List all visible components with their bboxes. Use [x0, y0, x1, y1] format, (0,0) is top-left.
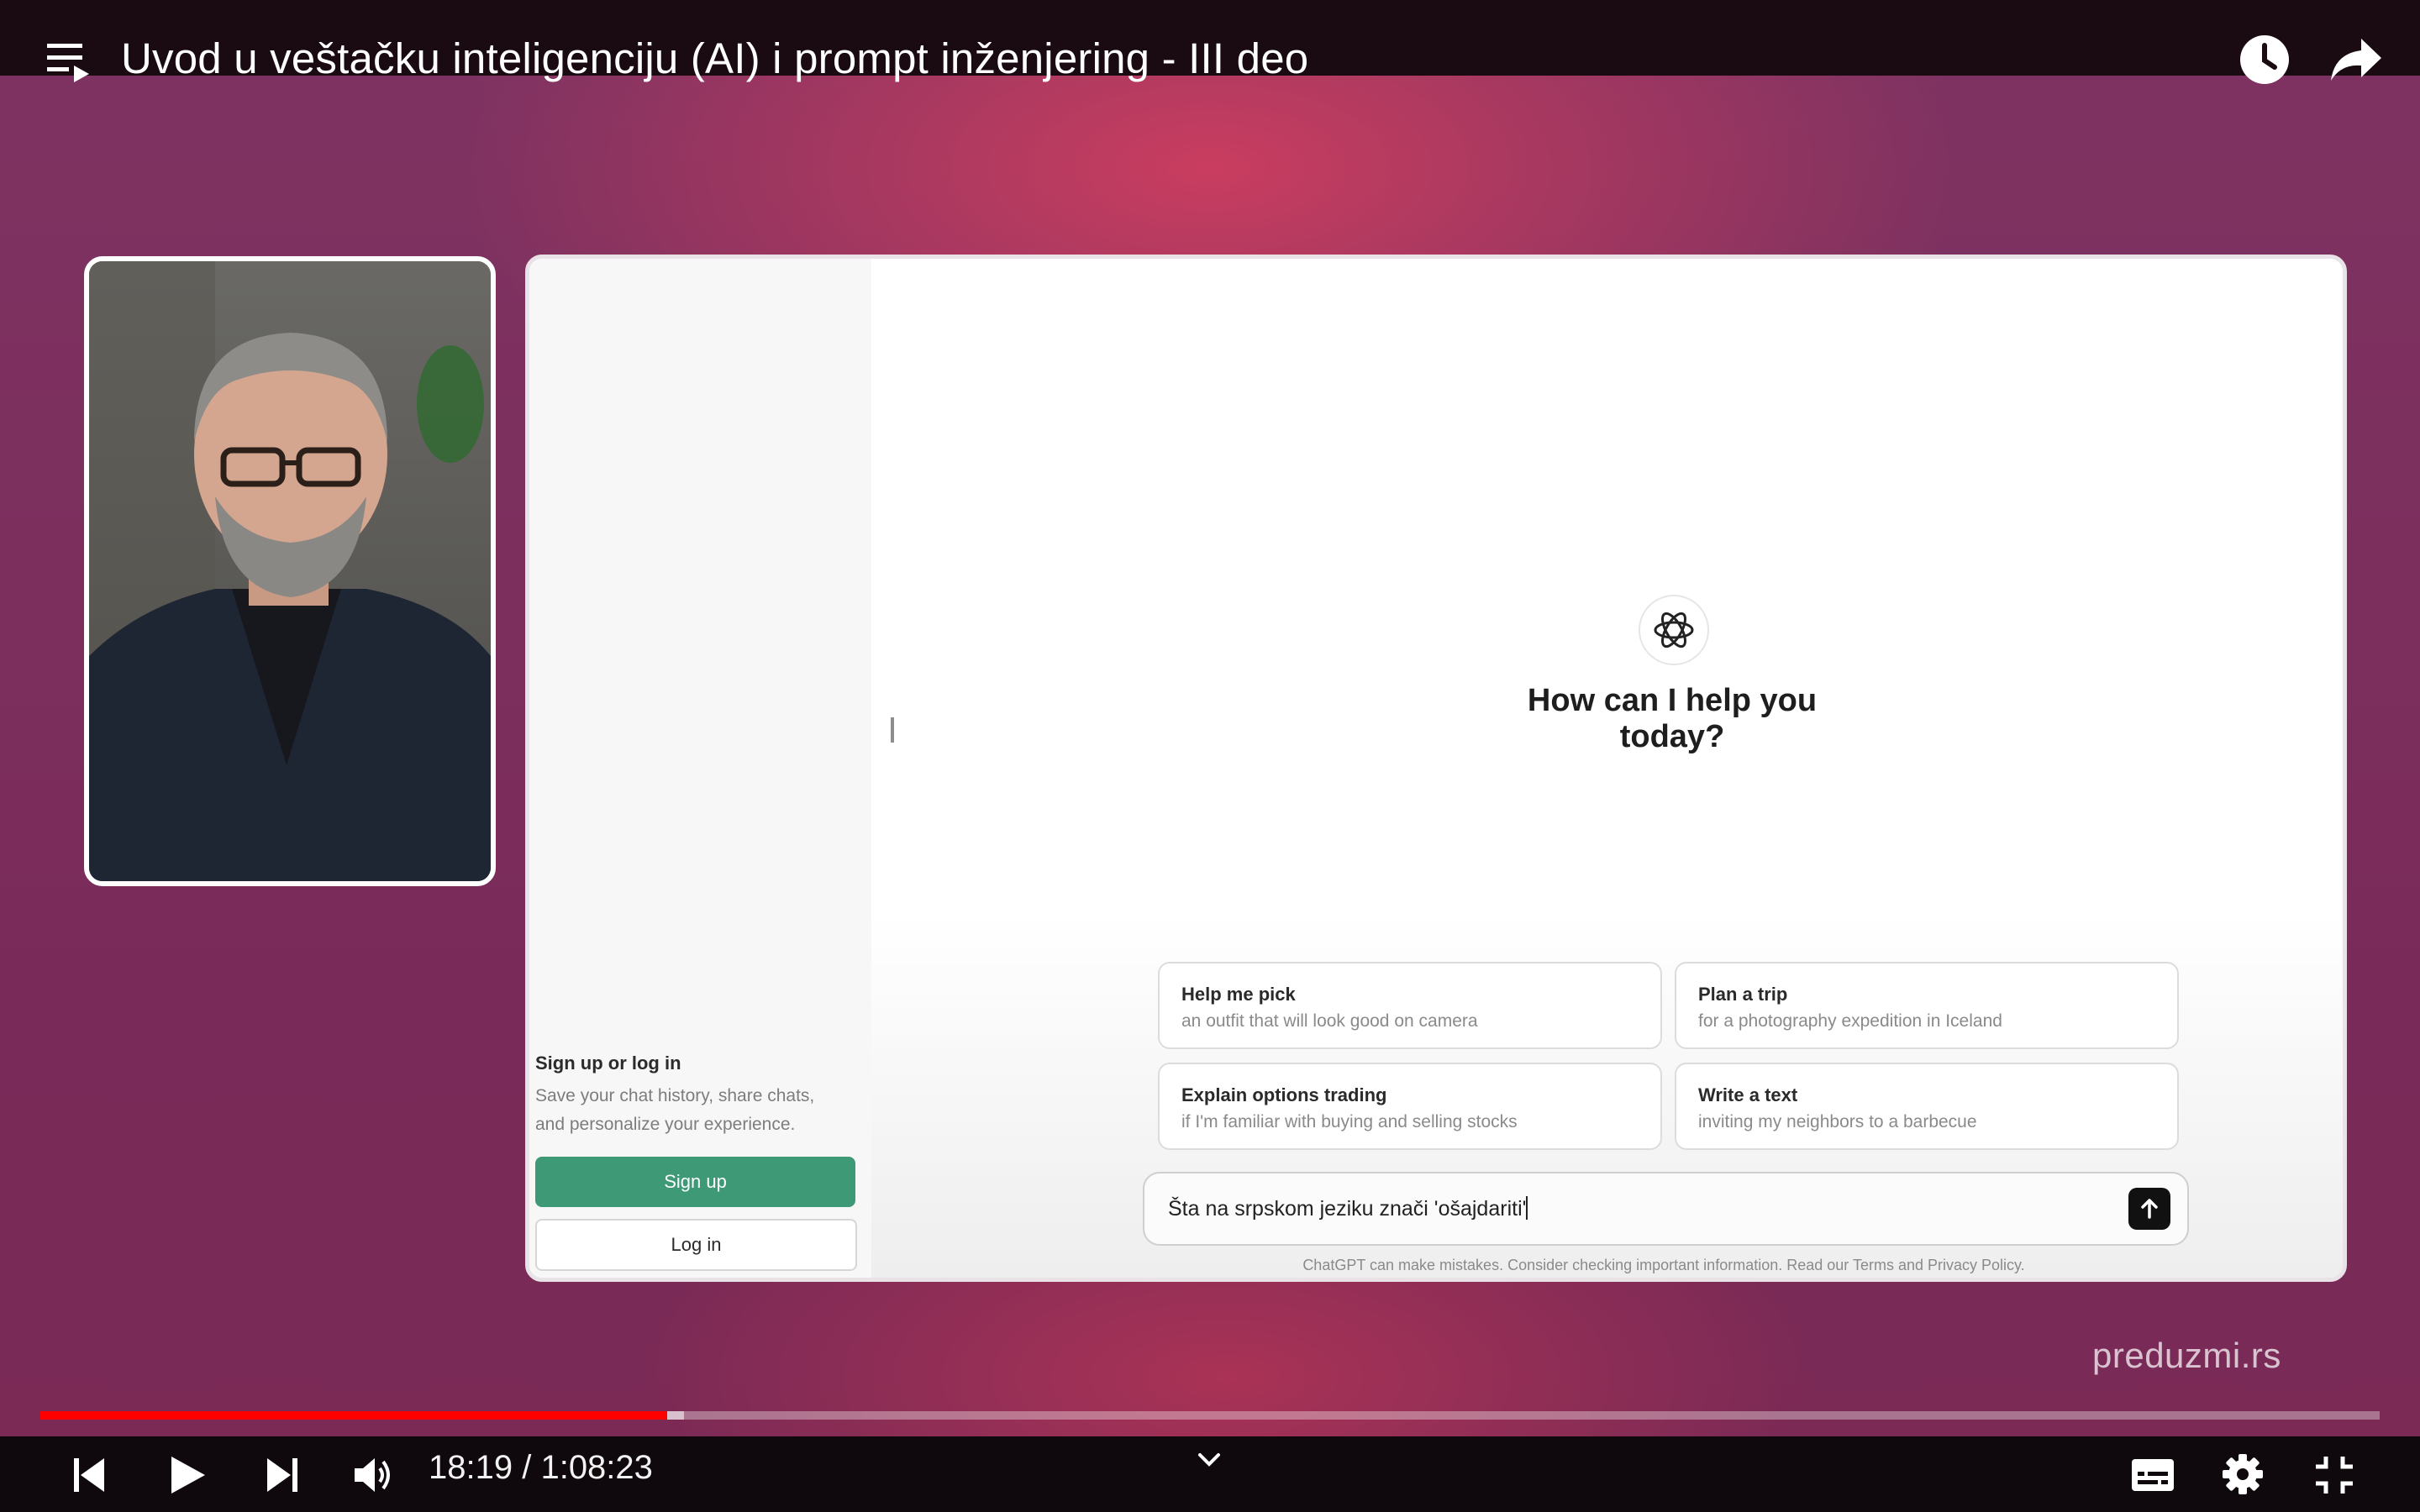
chatgpt-screen: Sign up or log in Save your chat history… [525, 255, 2347, 1282]
signup-title: Sign up or log in [535, 1053, 681, 1074]
time-display: 18:19 / 1:08:23 [429, 1446, 653, 1488]
progress-bar[interactable] [40, 1411, 2380, 1420]
video-frame[interactable]: Sign up or log in Save your chat history… [0, 0, 2420, 1436]
chatgpt-sidebar: Sign up or log in Save your chat history… [529, 259, 871, 1278]
presenter-video [84, 256, 496, 886]
send-button[interactable] [2128, 1188, 2170, 1230]
subtitles-icon[interactable] [2131, 1458, 2175, 1492]
next-icon[interactable] [266, 1457, 299, 1494]
suggestion-subtitle: if I'm familiar with buying and selling … [1181, 1112, 1518, 1131]
exit-fullscreen-icon[interactable] [2314, 1455, 2354, 1495]
suggestion-title: Write a text [1698, 1084, 1798, 1105]
message-input-value: Šta na srpskom jeziku znači 'ošajdariti' [1168, 1196, 1528, 1221]
player-control-bar [0, 1436, 2420, 1512]
time-separator: / [513, 1449, 541, 1486]
suggestion-subtitle: inviting my neighbors to a barbecue [1698, 1112, 1977, 1131]
openai-logo-icon [1639, 595, 1709, 665]
progress-played [40, 1411, 668, 1420]
suggestion-title: Plan a trip [1698, 984, 1788, 1005]
channel-watermark: preduzmi.rs [2092, 1336, 2281, 1375]
chatgpt-greeting: How can I help you today? [1527, 683, 1818, 754]
playlist-icon[interactable] [45, 40, 92, 86]
previous-icon[interactable] [72, 1457, 106, 1494]
sign-up-button[interactable]: Sign up [535, 1157, 855, 1207]
log-in-button[interactable]: Log in [535, 1219, 857, 1271]
suggestion-title: Explain options trading [1181, 1084, 1387, 1105]
chevron-down-icon[interactable] [1197, 1452, 1222, 1468]
send-arrow-icon [2141, 1199, 2158, 1219]
disclaimer-text: ChatGPT can make mistakes. Consider chec… [1302, 1257, 2025, 1273]
settings-gear-icon[interactable] [2222, 1453, 2264, 1495]
suggestion-subtitle: for a photography expedition in Iceland [1698, 1011, 2002, 1031]
watch-later-icon[interactable] [2238, 34, 2291, 86]
total-duration: 1:08:23 [540, 1449, 653, 1486]
suggestion-card[interactable]: Explain options trading if I'm familiar … [1158, 1063, 1662, 1150]
suggestion-title: Help me pick [1181, 984, 1296, 1005]
sidebar-collapse-handle[interactable] [891, 717, 894, 743]
suggestion-subtitle: an outfit that will look good on camera [1181, 1011, 1478, 1031]
suggestion-card[interactable]: Help me pick an outfit that will look go… [1158, 962, 1662, 1049]
video-title[interactable]: Uvod u veštačku inteligenciju (AI) i pro… [121, 32, 1308, 86]
signup-description: Save your chat history, share chats, and… [535, 1086, 815, 1134]
current-time: 18:19 [429, 1449, 513, 1486]
message-input[interactable]: Šta na srpskom jeziku znači 'ošajdariti' [1143, 1172, 2189, 1246]
play-icon[interactable] [168, 1455, 207, 1495]
player-top-bar: Uvod u veštačku inteligenciju (AI) i pro… [0, 0, 2420, 84]
volume-icon[interactable] [353, 1457, 395, 1494]
suggestion-card[interactable]: Plan a trip for a photography expedition… [1675, 962, 2179, 1049]
share-icon[interactable] [2329, 35, 2383, 84]
suggestion-card[interactable]: Write a text inviting my neighbors to a … [1675, 1063, 2179, 1150]
